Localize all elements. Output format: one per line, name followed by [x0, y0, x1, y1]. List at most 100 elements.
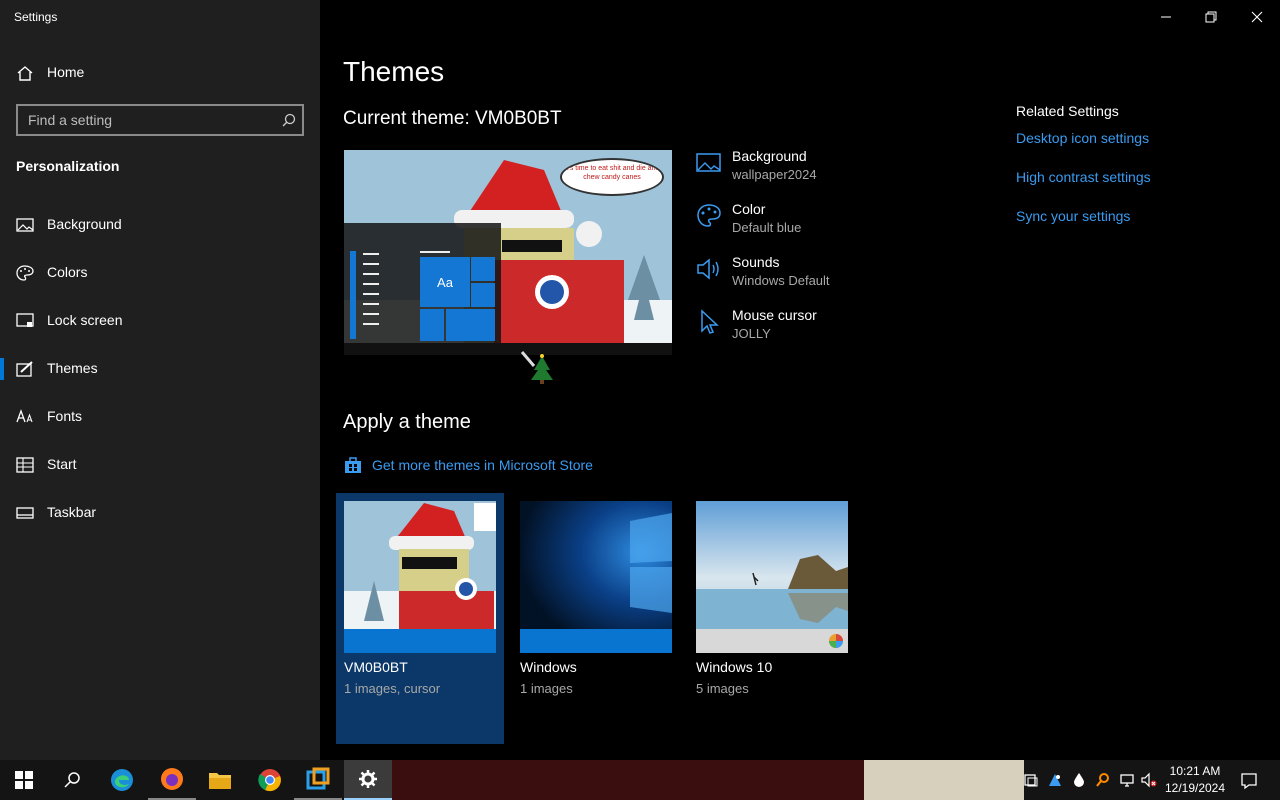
start-icon	[16, 457, 34, 473]
taskbar-file-explorer[interactable]	[196, 760, 244, 800]
taskbar-preview	[344, 343, 672, 355]
theme-thumbnail-image	[520, 501, 672, 653]
menu-line	[363, 273, 379, 275]
property-sounds[interactable]: Sounds Windows Default	[696, 254, 996, 300]
sidebar-item-taskbar[interactable]: Taskbar	[0, 493, 320, 533]
section-title: Personalization	[16, 158, 120, 174]
taskbar-app[interactable]	[294, 760, 342, 800]
theme-name: Windows 10	[696, 659, 773, 675]
taskbar: 10:21 AM 12/19/2024	[0, 760, 1280, 800]
property-title: Sounds	[732, 254, 780, 270]
sidebar-item-background[interactable]: Background	[0, 205, 320, 245]
property-mouse-cursor[interactable]: Mouse cursor JOLLY	[696, 307, 996, 353]
taskbar-icon	[16, 507, 34, 519]
sidebar-item-themes[interactable]: Themes	[0, 349, 320, 389]
palette-icon	[16, 265, 34, 281]
taskbar-chrome[interactable]	[246, 760, 294, 800]
palette-icon	[697, 204, 721, 227]
tray-window-icon[interactable]	[1023, 772, 1039, 788]
clock[interactable]: 10:21 AM 12/19/2024	[1160, 763, 1230, 797]
picture-icon	[16, 218, 34, 232]
christmas-tree-cursor-icon	[520, 351, 553, 384]
start-button[interactable]	[0, 760, 48, 800]
search-icon	[282, 113, 296, 127]
theme-thumbnail	[344, 501, 496, 653]
sidebar-item-start[interactable]: Start	[0, 445, 320, 485]
related-settings-heading: Related Settings	[1016, 103, 1119, 119]
cursor-icon	[701, 309, 719, 334]
menu-line	[363, 253, 379, 255]
property-value: wallpaper2024	[732, 167, 817, 182]
menu-line	[363, 263, 379, 265]
picture-icon	[696, 153, 721, 172]
page-title: Themes	[343, 56, 445, 87]
theme-name: VM0B0BT	[344, 659, 408, 675]
chrome-icon	[258, 769, 281, 792]
theme-preview: It's time to eat shit and die and chew c…	[344, 150, 672, 355]
menu-line	[363, 293, 379, 295]
microsoft-store-link[interactable]: Get more themes in Microsoft Store	[372, 457, 593, 473]
tile-small	[471, 257, 495, 281]
edge-icon	[111, 769, 133, 791]
start-menu-preview: Aa	[344, 223, 501, 343]
tray-search-icon[interactable]	[1095, 772, 1111, 788]
tile-small	[420, 309, 444, 341]
desktop-icon-settings-link[interactable]: Desktop icon settings	[1016, 130, 1149, 146]
sidebar: Settings Home Find a setting Personaliza…	[0, 0, 320, 760]
taskbar-search-button[interactable]	[48, 760, 96, 800]
sidebar-item-home[interactable]: Home	[0, 53, 320, 93]
settings-icon	[359, 770, 377, 788]
property-value: Default blue	[732, 220, 802, 235]
property-color[interactable]: Color Default blue	[696, 201, 996, 247]
property-value: JOLLY	[732, 326, 771, 341]
theme-thumbnail-image	[344, 501, 496, 653]
sync-settings-link[interactable]: Sync your settings	[1016, 208, 1130, 224]
sidebar-item-label: Taskbar	[47, 504, 97, 520]
property-background[interactable]: Background wallpaper2024	[696, 148, 996, 194]
volume-muted-icon[interactable]	[1141, 772, 1157, 788]
lock-screen-icon	[16, 313, 34, 327]
close-icon[interactable]	[1247, 8, 1267, 26]
taskbar-settings[interactable]	[344, 760, 392, 800]
font-icon	[16, 409, 33, 423]
menu-line	[363, 283, 379, 285]
search-input[interactable]: Find a setting	[16, 104, 304, 136]
taskbar-wallpaper-tint	[384, 760, 864, 800]
search-placeholder: Find a setting	[28, 112, 113, 128]
sidebar-item-lock-screen[interactable]: Lock screen	[0, 301, 320, 341]
minimize-icon[interactable]	[1156, 8, 1176, 26]
network-icon[interactable]	[1119, 772, 1135, 788]
notification-icon[interactable]	[1240, 772, 1258, 790]
sidebar-item-label: Themes	[47, 360, 98, 376]
clock-time: 10:21 AM	[1169, 764, 1221, 778]
theme-count: 5 images	[696, 681, 749, 696]
taskbar-edge[interactable]	[98, 760, 146, 800]
home-icon	[17, 66, 33, 81]
app-icon	[306, 767, 330, 790]
high-contrast-settings-link[interactable]: High contrast settings	[1016, 169, 1151, 185]
tile-small	[446, 309, 495, 341]
property-title: Mouse cursor	[732, 307, 817, 323]
sidebar-item-colors[interactable]: Colors	[0, 253, 320, 293]
tile-preview: Aa	[420, 257, 470, 307]
sidebar-item-label: Background	[47, 216, 122, 232]
menu-line	[363, 313, 379, 315]
tray-people-icon[interactable]	[1047, 772, 1063, 788]
taskbar-wallpaper-tint	[864, 760, 1024, 800]
tile-small	[471, 283, 495, 307]
property-title: Background	[732, 148, 807, 164]
sidebar-item-label: Start	[47, 456, 77, 472]
menu-line	[363, 323, 379, 325]
sidebar-item-label: Colors	[47, 264, 88, 280]
taskbar-firefox[interactable]	[148, 760, 196, 800]
theme-count: 1 images, cursor	[344, 681, 441, 696]
property-value: Windows Default	[732, 273, 830, 288]
theme-thumbnail-image	[696, 501, 848, 653]
restore-icon[interactable]	[1201, 8, 1221, 26]
tray-drop-icon[interactable]	[1071, 772, 1087, 788]
menu-line	[363, 303, 379, 305]
windows-start-icon	[15, 771, 33, 789]
sidebar-item-fonts[interactable]: Fonts	[0, 397, 320, 437]
theme-name: Windows	[520, 659, 577, 675]
brush-icon	[16, 361, 33, 377]
